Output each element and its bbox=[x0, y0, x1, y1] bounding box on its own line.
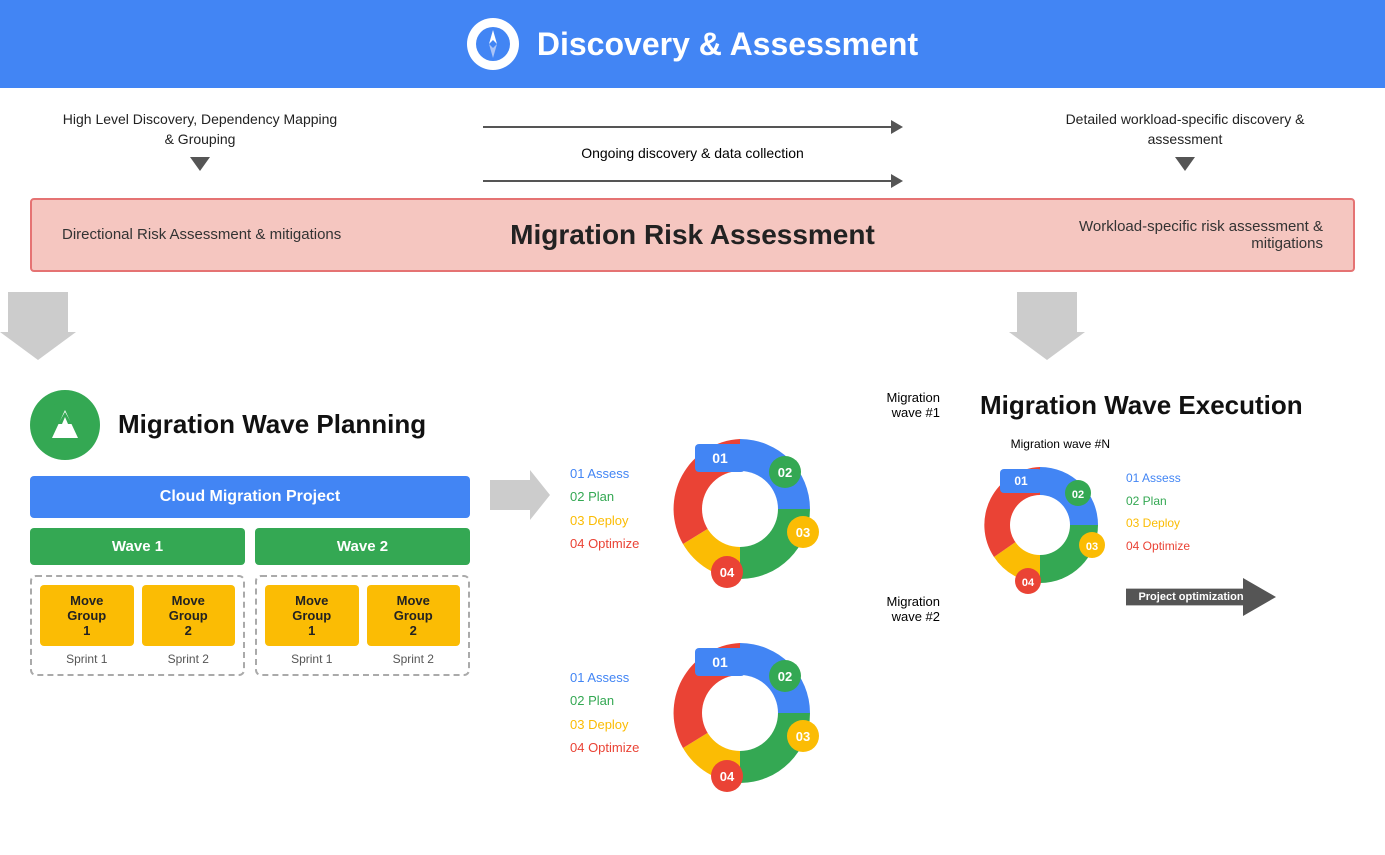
main-content: Migration Wave Planning Cloud Migration … bbox=[0, 380, 1385, 818]
header-title: Discovery & Assessment bbox=[537, 26, 918, 63]
big-arrows-section bbox=[0, 282, 1385, 380]
exec-right-col: 01 Assess 02 Plan 03 Deploy 04 Optimize … bbox=[1126, 437, 1276, 616]
middle-panel: Migrationwave #1 01 Assess 02 Plan 03 De… bbox=[570, 390, 950, 808]
wave2-diagram: Migrationwave #2 01 Assess 02 Plan 03 De… bbox=[570, 594, 950, 798]
discovery-right: Detailed workload-specific discovery & a… bbox=[1045, 110, 1325, 171]
wave2-step-plan: 02 Plan bbox=[570, 689, 639, 712]
cloud-project-bar: Cloud Migration Project bbox=[30, 476, 470, 518]
wave2-group: MoveGroup1 Sprint 1 MoveGroup2 Sprint 2 bbox=[255, 575, 470, 676]
wave1-step-assess: 01 Assess bbox=[570, 462, 639, 485]
wave2-mg2: MoveGroup2 Sprint 2 bbox=[367, 585, 461, 666]
wave1-step-labels: 01 Assess 02 Plan 03 Deploy 04 Optimize bbox=[570, 462, 639, 556]
risk-right-text: Workload-specific risk assessment & miti… bbox=[1043, 218, 1323, 252]
wave1-box: Wave 1 bbox=[30, 528, 245, 565]
panel-arrow bbox=[490, 390, 550, 520]
wave1-donut-row: 01 Assess 02 Plan 03 Deploy 04 Optimize bbox=[570, 424, 950, 594]
left-panel: Migration Wave Planning Cloud Migration … bbox=[30, 390, 470, 676]
wave2-step-assess: 01 Assess bbox=[570, 666, 639, 689]
svg-text:01: 01 bbox=[713, 450, 729, 466]
wave2-mg2-box: MoveGroup2 bbox=[367, 585, 461, 646]
discovery-right-text: Detailed workload-specific discovery & a… bbox=[1045, 110, 1325, 149]
exec-step-assess: 01 Assess bbox=[1126, 467, 1276, 490]
wave1-label: Migrationwave #1 bbox=[570, 390, 940, 420]
svg-text:04: 04 bbox=[1022, 577, 1035, 589]
wave1-mg1-box: MoveGroup1 bbox=[40, 585, 134, 646]
wave2-mg1-sprint: Sprint 1 bbox=[291, 652, 332, 666]
svg-text:04: 04 bbox=[720, 769, 735, 784]
wave2-step-optimize: 04 Optimize bbox=[570, 736, 639, 759]
exec-step-plan: 02 Plan bbox=[1126, 490, 1276, 513]
svg-text:03: 03 bbox=[1086, 541, 1098, 553]
risk-center-text: Migration Risk Assessment bbox=[342, 219, 1043, 251]
wave2-step-labels: 01 Assess 02 Plan 03 Deploy 04 Optimize bbox=[570, 666, 639, 760]
exec-step-optimize: 04 Optimize bbox=[1126, 535, 1276, 558]
mwp-title: Migration Wave Planning bbox=[118, 409, 426, 440]
wave2-groups-inner: MoveGroup1 Sprint 1 MoveGroup2 Sprint 2 bbox=[265, 585, 460, 666]
discovery-row: High Level Discovery, Dependency Mapping… bbox=[0, 88, 1385, 198]
discovery-left: High Level Discovery, Dependency Mapping… bbox=[60, 110, 340, 171]
discovery-left-text: High Level Discovery, Dependency Mapping… bbox=[60, 110, 340, 149]
wave1-step-deploy: 03 Deploy bbox=[570, 509, 639, 532]
wave1-group: MoveGroup1 Sprint 1 MoveGroup2 Sprint 2 bbox=[30, 575, 245, 676]
project-opt-arrow: Project optimization bbox=[1126, 578, 1276, 616]
compass-icon bbox=[467, 18, 519, 70]
svg-text:02: 02 bbox=[778, 465, 792, 480]
down-arrow-left bbox=[190, 157, 210, 171]
svg-text:01: 01 bbox=[1014, 474, 1028, 488]
wave1-mg2-box: MoveGroup2 bbox=[142, 585, 236, 646]
wave2-box: Wave 2 bbox=[255, 528, 470, 565]
wave2-label: Migrationwave #2 bbox=[570, 594, 940, 624]
wave1-mg1: MoveGroup1 Sprint 1 bbox=[40, 585, 134, 666]
wave1-step-plan: 02 Plan bbox=[570, 485, 639, 508]
wave1-mg2: MoveGroup2 Sprint 2 bbox=[142, 585, 236, 666]
exec-step-labels: 01 Assess 02 Plan 03 Deploy 04 Optimize bbox=[1126, 467, 1276, 558]
wave1-mg2-sprint: Sprint 2 bbox=[168, 652, 209, 666]
project-optimization-label: Project optimization bbox=[1138, 591, 1243, 603]
waves-row: Wave 1 Wave 2 bbox=[30, 528, 470, 565]
exec-wave-n-container: Migration wave #N 01 02 03 bbox=[970, 437, 1110, 595]
arrow-right-icon bbox=[891, 120, 903, 134]
svg-text:04: 04 bbox=[720, 565, 735, 580]
risk-left-text: Directional Risk Assessment & mitigation… bbox=[62, 226, 342, 243]
wave2-step-deploy: 03 Deploy bbox=[570, 713, 639, 736]
wave1-groups-inner: MoveGroup1 Sprint 1 MoveGroup2 Sprint 2 bbox=[40, 585, 235, 666]
svg-text:03: 03 bbox=[796, 729, 810, 744]
risk-assessment-bar: Directional Risk Assessment & mitigation… bbox=[30, 198, 1355, 272]
right-panel: Migration Wave Execution Migration wave … bbox=[970, 390, 1355, 616]
big-arrow-left bbox=[0, 292, 76, 360]
wave1-diagram: Migrationwave #1 01 Assess 02 Plan 03 De… bbox=[570, 390, 950, 594]
wave1-donut: 01 02 03 04 bbox=[655, 424, 825, 594]
svg-text:02: 02 bbox=[778, 669, 792, 684]
svg-text:03: 03 bbox=[796, 525, 810, 540]
execution-title: Migration Wave Execution bbox=[980, 390, 1355, 421]
down-arrow-right bbox=[1175, 157, 1195, 171]
svg-text:02: 02 bbox=[1072, 489, 1084, 501]
arrow-right-2-icon bbox=[891, 174, 903, 188]
wave1-step-optimize: 04 Optimize bbox=[570, 532, 639, 555]
wave2-mg2-sprint: Sprint 2 bbox=[393, 652, 434, 666]
exec-wave-n-donut: 01 02 03 04 bbox=[970, 455, 1110, 595]
wave2-donut: 01 02 03 04 bbox=[655, 628, 825, 798]
exec-step-deploy: 03 Deploy bbox=[1126, 512, 1276, 535]
exec-wave-n-row: Migration wave #N 01 02 03 bbox=[970, 437, 1355, 616]
wave2-mg1-box: MoveGroup1 bbox=[265, 585, 359, 646]
mountain-icon bbox=[30, 390, 100, 460]
wave2-donut-row: 01 Assess 02 Plan 03 Deploy 04 Optimize … bbox=[570, 628, 950, 798]
big-arrow-right bbox=[1009, 292, 1085, 360]
mwp-header: Migration Wave Planning bbox=[30, 390, 470, 460]
header-bar: Discovery & Assessment bbox=[0, 0, 1385, 88]
wave1-mg1-sprint: Sprint 1 bbox=[66, 652, 107, 666]
discovery-middle-text: Ongoing discovery & data collection bbox=[581, 144, 804, 164]
svg-text:01: 01 bbox=[713, 654, 729, 670]
wave2-mg1: MoveGroup1 Sprint 1 bbox=[265, 585, 359, 666]
wave-n-label: Migration wave #N bbox=[970, 437, 1110, 451]
discovery-middle: Ongoing discovery & data collection bbox=[340, 110, 1045, 188]
move-groups-container: MoveGroup1 Sprint 1 MoveGroup2 Sprint 2 … bbox=[30, 575, 470, 676]
